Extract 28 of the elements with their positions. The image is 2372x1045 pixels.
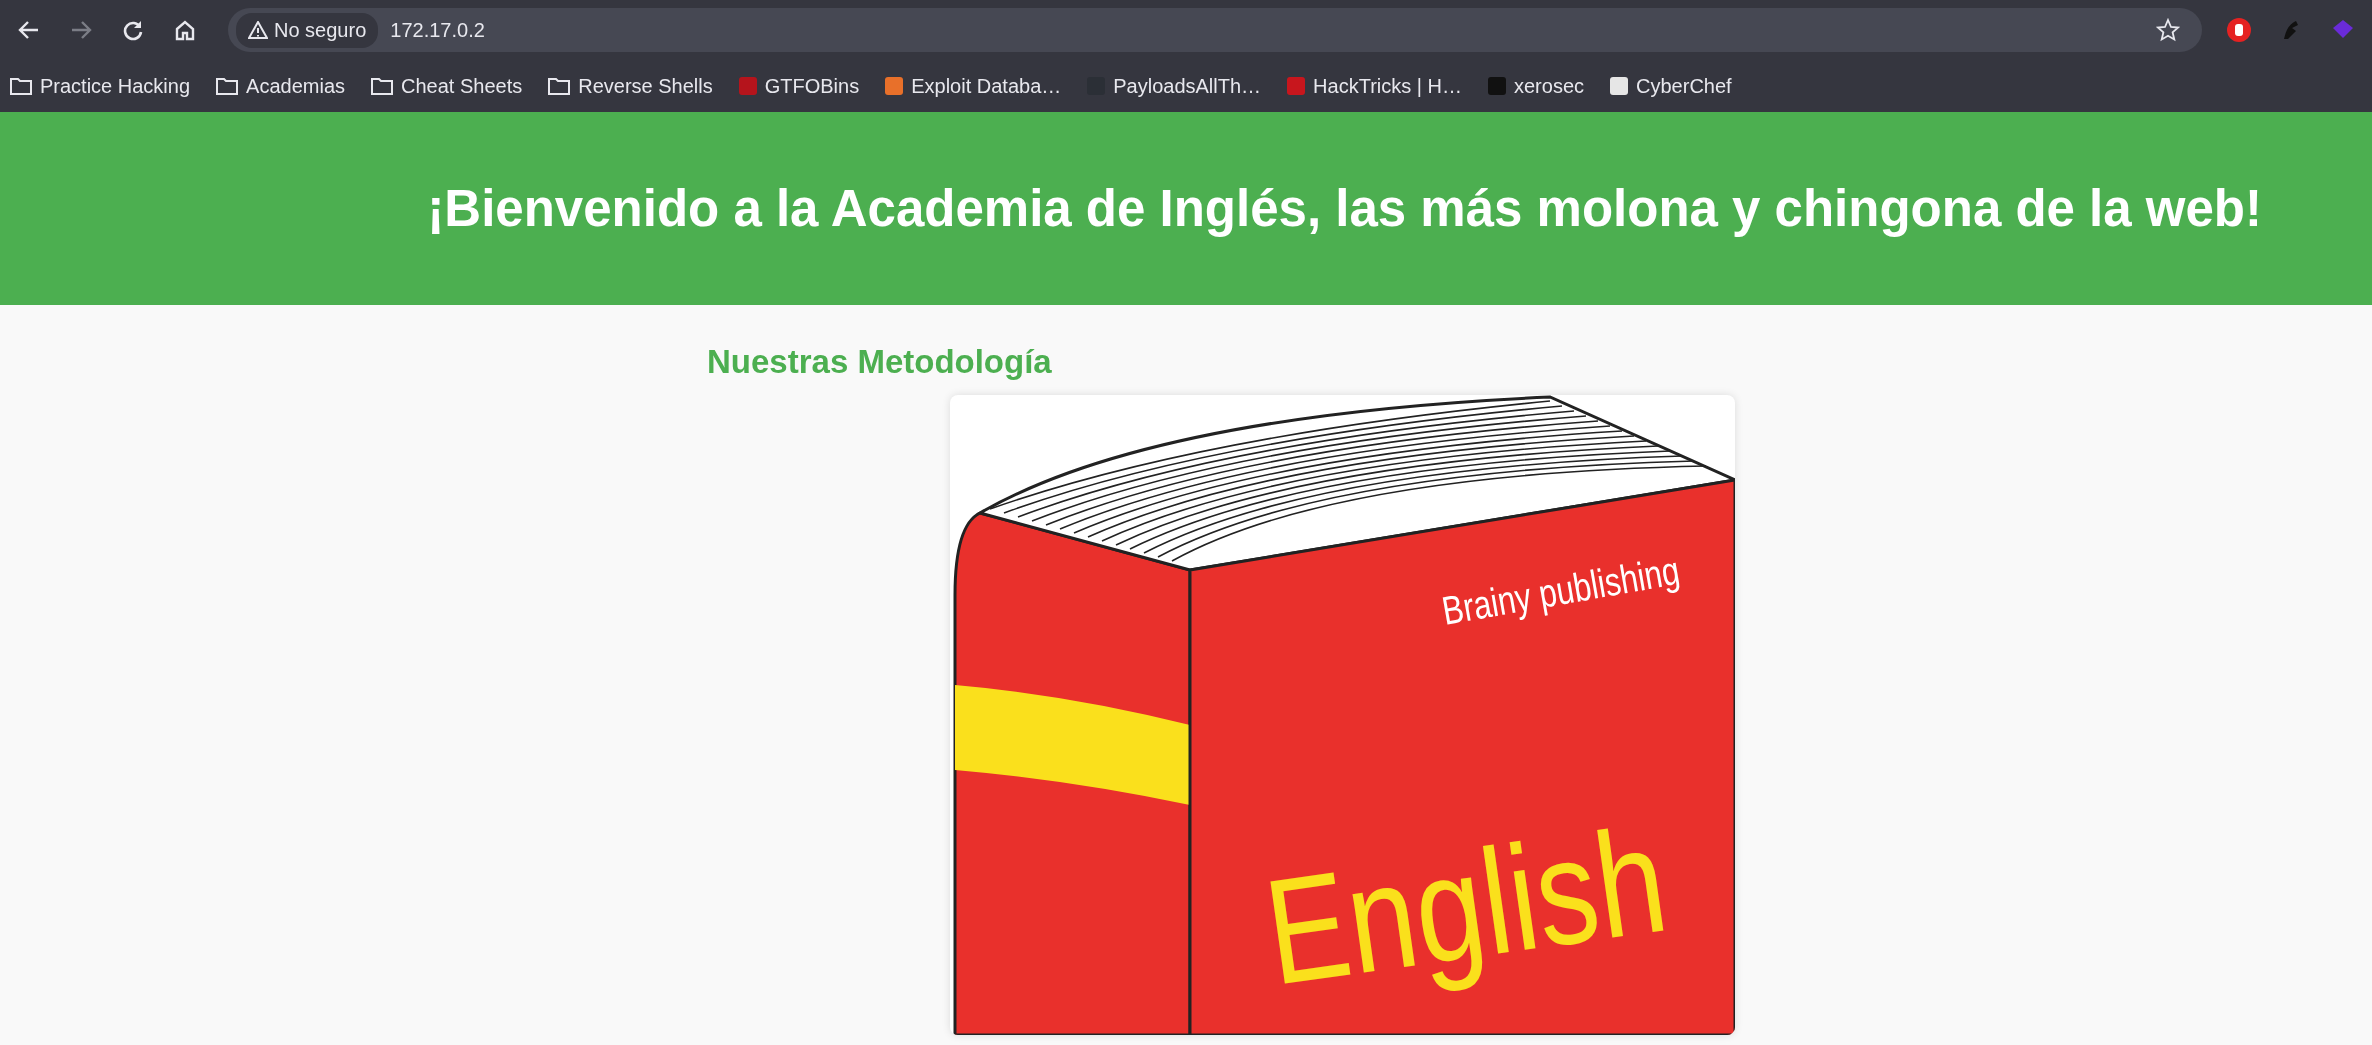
bookmark-link[interactable]: GTFOBins [738,74,860,98]
welcome-heading: ¡Bienvenido a la Academia de Inglés, las más molona y chingona de la web! [427,179,2262,238]
folder-icon [10,77,32,95]
bookmark-label: GTFOBins [764,74,860,98]
folder-icon [371,77,393,95]
bookmark-label: Cheat Sheets [401,74,523,98]
address-bar[interactable]: No seguro 172.17.0.2 [228,8,2202,52]
bookmark-label: CyberChef [1636,74,1732,98]
bookmark-label: Practice Hacking [40,74,191,98]
warning-icon [248,21,268,39]
bookmark-label: Academias [246,74,345,98]
bookmark-link[interactable]: Cheat Sheets [371,74,523,98]
bookmark-link[interactable]: Academias [216,74,345,98]
folder-icon [216,77,239,95]
security-chip[interactable]: No seguro [236,12,379,48]
folder-icon [548,77,571,95]
bookmark-label: Reverse Shells [578,74,713,98]
url-text: 172.17.0.2 [390,18,486,42]
bookmark-link[interactable]: xerosec [1488,74,1585,98]
bookmark-link[interactable]: Practice Hacking [10,74,191,98]
extension-icon[interactable] [2224,15,2254,45]
cover-title-text: English [1255,781,1735,1017]
bookmark-link[interactable]: CyberChef [1610,74,1732,98]
publisher-text: Brainy publishing [1438,536,1735,633]
bookmark-link[interactable]: Reverse Shells [548,74,713,98]
section-heading: Nuestras Metodología [707,343,1053,381]
bookmark-label: xerosec [1514,74,1585,98]
bookmark-star-icon[interactable] [2156,18,2180,42]
